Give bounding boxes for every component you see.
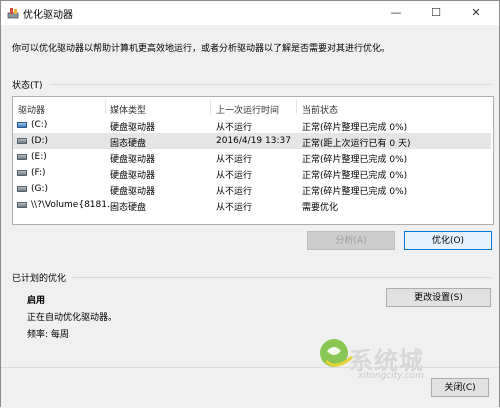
watermark-url: xitongcity.com — [358, 371, 424, 381]
auto-optimize-text: 正在自动优化驱动器。 — [27, 313, 118, 323]
drive-icon — [17, 186, 27, 192]
status-label: 状态(T) — [12, 81, 43, 91]
media-type: 固态硬盘 — [110, 139, 147, 149]
table-row[interactable]: (D:) 固态硬盘 2016/4/19 13:37 正常(距上次运行已有 0 天… — [13, 133, 491, 149]
drive-list[interactable]: 驱动器 媒体类型 上一次运行时间 当前状态 (C:) 硬盘驱动器 从不运行 正常… — [12, 96, 494, 225]
scheduled-divider — [73, 277, 491, 278]
media-type: 硬盘驱动器 — [110, 155, 156, 165]
close-window-button[interactable]: ✕ — [461, 1, 491, 25]
header-last-run[interactable]: 上一次运行时间 — [216, 103, 279, 116]
header-media-type[interactable]: 媒体类型 — [110, 103, 146, 116]
minimize-button[interactable]: — — [381, 1, 411, 25]
media-type: 硬盘驱动器 — [110, 171, 156, 181]
drive-name: (F:) — [31, 168, 46, 178]
drive-icon — [17, 170, 27, 176]
last-run: 从不运行 — [216, 187, 253, 197]
analyze-button[interactable]: 分析(A) — [307, 231, 395, 250]
scheduled-optimization-label: 已计划的优化 — [12, 274, 67, 284]
optimize-drives-window: 优化驱动器 — ☐ ✕ 你可以优化驱动器以帮助计算机更高效地运行，或者分析驱动器… — [0, 0, 500, 408]
last-run: 从不运行 — [216, 171, 253, 181]
system-drive-icon — [17, 122, 27, 128]
list-header: 驱动器 媒体类型 上一次运行时间 当前状态 — [13, 100, 493, 116]
drive-name: (G:) — [31, 184, 49, 194]
media-type: 硬盘驱动器 — [110, 123, 156, 133]
current-status: 正常(碎片整理已完成 0%) — [302, 187, 408, 197]
current-status: 正常(碎片整理已完成 0%) — [302, 155, 408, 165]
last-run: 从不运行 — [216, 203, 253, 213]
header-drive[interactable]: 驱动器 — [18, 103, 45, 116]
drive-name: (C:) — [31, 120, 48, 130]
last-run: 从不运行 — [216, 123, 253, 133]
optimize-button[interactable]: 优化(O) — [404, 231, 492, 250]
frequency-text: 频率: 每周 — [27, 330, 69, 340]
maximize-button[interactable]: ☐ — [421, 1, 451, 25]
drive-name: (D:) — [31, 136, 48, 146]
window-title: 优化驱动器 — [23, 10, 73, 21]
column-separator — [210, 100, 211, 114]
optimize-drives-icon — [7, 8, 19, 19]
column-separator — [105, 100, 106, 114]
table-row[interactable]: (G:) 硬盘驱动器 从不运行 正常(碎片整理已完成 0%) — [13, 181, 491, 197]
drive-name: \\?\Volume{8181... — [31, 200, 116, 210]
current-status: 正常(碎片整理已完成 0%) — [302, 123, 408, 133]
drive-icon — [17, 154, 27, 160]
last-run: 2016/4/19 13:37 — [216, 136, 291, 146]
column-separator — [296, 100, 297, 114]
header-current-status[interactable]: 当前状态 — [302, 103, 338, 116]
table-row[interactable]: \\?\Volume{8181... 固态硬盘 从不运行 需要优化 — [13, 197, 491, 213]
media-type: 硬盘驱动器 — [110, 187, 156, 197]
status-divider — [51, 84, 491, 85]
drive-icon — [17, 202, 27, 208]
table-row[interactable]: (E:) 硬盘驱动器 从不运行 正常(碎片整理已完成 0%) — [13, 149, 491, 165]
media-type: 固态硬盘 — [110, 203, 147, 213]
last-run: 从不运行 — [216, 155, 253, 165]
schedule-enabled-text: 启用 — [27, 296, 46, 306]
change-settings-button[interactable]: 更改设置(S) — [386, 288, 491, 307]
drive-name: (E:) — [31, 152, 47, 162]
current-status: 需要优化 — [302, 203, 339, 213]
table-row[interactable]: (F:) 硬盘驱动器 从不运行 正常(碎片整理已完成 0%) — [13, 165, 491, 181]
table-row[interactable]: (C:) 硬盘驱动器 从不运行 正常(碎片整理已完成 0%) — [13, 117, 491, 133]
current-status: 正常(碎片整理已完成 0%) — [302, 171, 408, 181]
current-status: 正常(距上次运行已有 0 天) — [302, 139, 411, 149]
title-bar: 优化驱动器 — ☐ ✕ — [1, 1, 499, 25]
description-text: 你可以优化驱动器以帮助计算机更高效地运行，或者分析驱动器以了解是否需要对其进行优… — [12, 44, 391, 54]
close-button[interactable]: 关闭(C) — [431, 378, 489, 397]
drive-icon — [17, 138, 27, 144]
